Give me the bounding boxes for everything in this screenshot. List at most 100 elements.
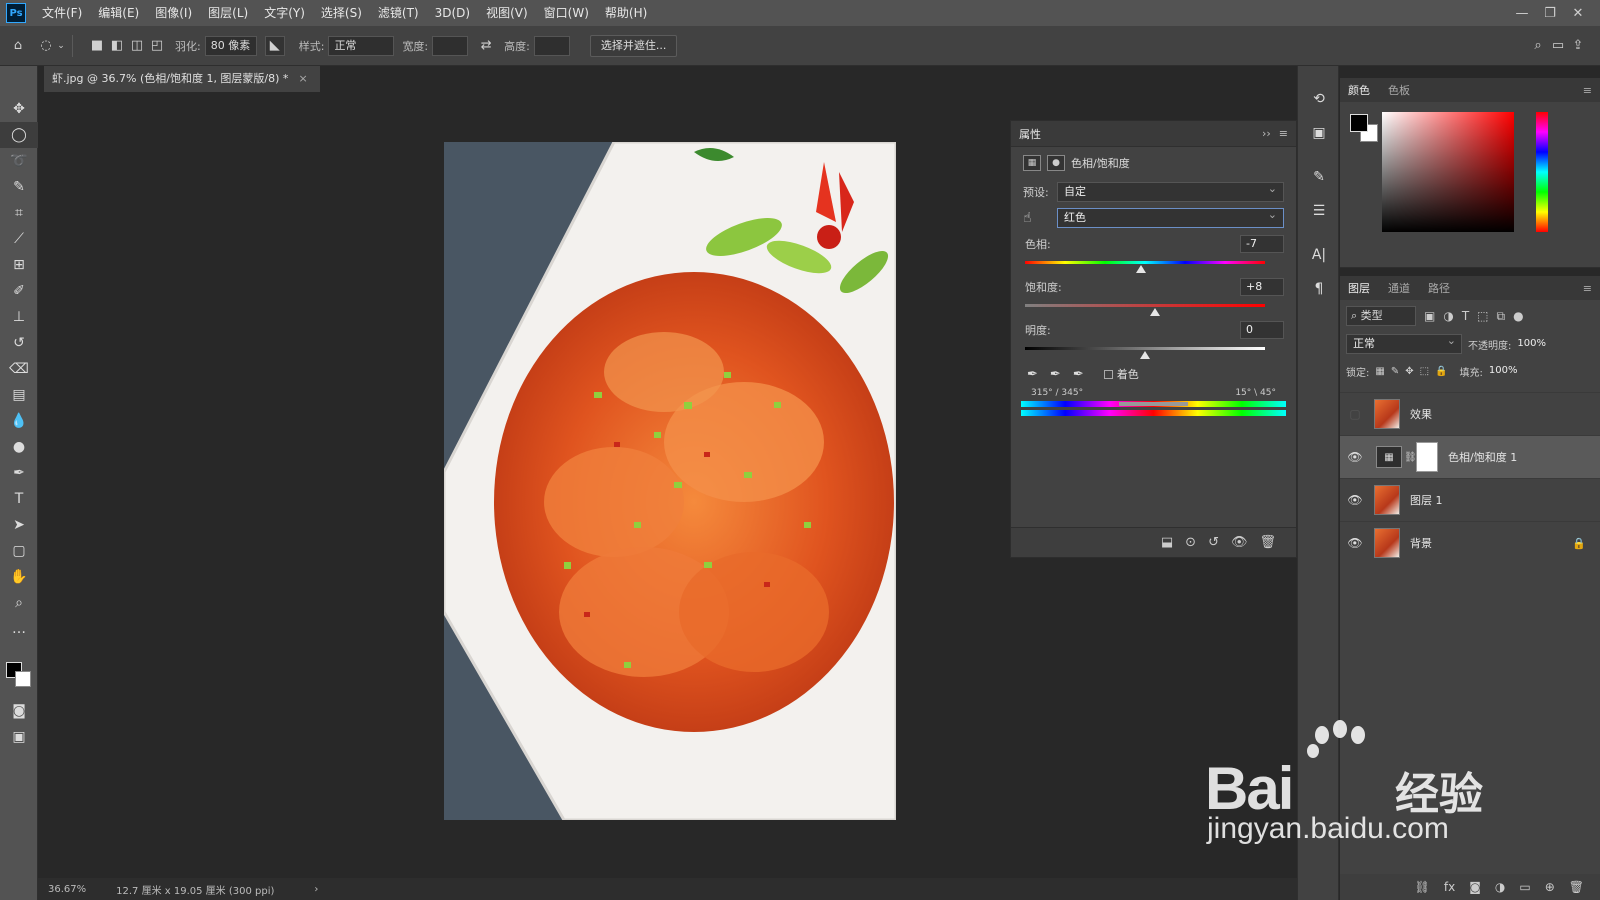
range-handle[interactable] bbox=[1119, 402, 1188, 406]
colorize-checkbox[interactable]: 着色 bbox=[1103, 366, 1139, 382]
subtract-selection-icon[interactable]: ◫ bbox=[127, 36, 147, 56]
minimize-icon[interactable]: — bbox=[1508, 6, 1536, 21]
layer-style-icon[interactable]: fx bbox=[1444, 880, 1455, 894]
add-selection-icon[interactable]: ◧ bbox=[107, 36, 127, 56]
shrimp-photo[interactable] bbox=[444, 142, 896, 820]
anti-alias-icon[interactable]: ◣ bbox=[264, 35, 285, 56]
saturation-slider-thumb[interactable] bbox=[1149, 308, 1160, 316]
filter-toggle-icon[interactable]: ● bbox=[1513, 309, 1523, 323]
filter-pixel-icon[interactable]: ▣ bbox=[1424, 309, 1435, 323]
filter-shape-icon[interactable]: ⬚ bbox=[1477, 309, 1488, 323]
layer-row-effect[interactable]: ▢ 效果 bbox=[1340, 392, 1600, 435]
elliptical-marquee-icon[interactable]: ◌ bbox=[36, 36, 56, 56]
move-tool-icon[interactable]: ✥ bbox=[0, 96, 38, 122]
hue-saturation-icon[interactable]: ▦ bbox=[1023, 155, 1041, 171]
close-icon[interactable]: ✕ bbox=[1564, 6, 1592, 21]
filter-adjustment-icon[interactable]: ◑ bbox=[1443, 309, 1453, 323]
new-group-icon[interactable]: ▭ bbox=[1519, 880, 1530, 894]
eye-icon[interactable]: 👁 bbox=[1340, 493, 1370, 507]
tab-swatches[interactable]: 色板 bbox=[1388, 82, 1410, 98]
brush-tool-icon[interactable]: ✐ bbox=[0, 278, 38, 304]
view-previous-icon[interactable]: ⊙ bbox=[1185, 535, 1196, 550]
tab-paths[interactable]: 路径 bbox=[1428, 280, 1450, 296]
menu-filter[interactable]: 滤镜(T) bbox=[370, 0, 427, 26]
saturation-input[interactable]: +8 bbox=[1240, 278, 1284, 296]
menu-view[interactable]: 视图(V) bbox=[478, 0, 536, 26]
workspace-icon[interactable]: ▭ bbox=[1548, 36, 1568, 56]
targeted-adjust-icon[interactable]: ☝ bbox=[1023, 210, 1057, 226]
clone-stamp-tool-icon[interactable]: ⊥ bbox=[0, 304, 38, 330]
layer-mask-icon[interactable]: ● bbox=[1047, 155, 1065, 171]
color-swatches[interactable] bbox=[0, 642, 37, 698]
healing-brush-tool-icon[interactable]: ⊞ bbox=[0, 252, 38, 278]
eraser-tool-icon[interactable]: ⌫ bbox=[0, 356, 38, 382]
lightness-input[interactable]: 0 bbox=[1240, 321, 1284, 339]
link-icon[interactable]: ⛓ bbox=[1404, 452, 1417, 463]
feather-input[interactable]: 80 像素 bbox=[204, 35, 257, 56]
type-tool-icon[interactable]: T bbox=[0, 486, 38, 512]
checkbox-box[interactable] bbox=[1103, 369, 1113, 379]
search-icon[interactable]: ⌕ bbox=[1528, 36, 1548, 56]
properties-panel-icon[interactable]: ▣ bbox=[1298, 118, 1340, 148]
status-arrow-icon[interactable]: › bbox=[314, 884, 318, 895]
tab-layers[interactable]: 图层 bbox=[1348, 280, 1370, 296]
visibility-icon[interactable]: 👁 bbox=[1231, 535, 1248, 550]
width-input[interactable] bbox=[432, 35, 469, 56]
character-panel-icon[interactable]: A| bbox=[1298, 240, 1340, 270]
fill-input[interactable]: 100% bbox=[1489, 362, 1519, 380]
layer-name[interactable]: 色相/饱和度 1 bbox=[1448, 449, 1517, 465]
screen-mode-icon[interactable]: ▣ bbox=[0, 724, 38, 750]
lock-transparent-icon[interactable]: ▦ bbox=[1375, 366, 1384, 377]
foreground-color[interactable] bbox=[1350, 114, 1368, 132]
layer-row-background[interactable]: 👁 背景 🔒 bbox=[1340, 521, 1600, 564]
layer-mask-thumbnail[interactable] bbox=[1416, 442, 1438, 472]
menu-file[interactable]: 文件(F) bbox=[34, 0, 90, 26]
panel-menu-icon[interactable]: ≡ bbox=[1279, 127, 1288, 140]
add-mask-icon[interactable]: ◙ bbox=[1469, 880, 1481, 894]
opacity-input[interactable]: 100% bbox=[1517, 335, 1547, 353]
visibility-off-icon[interactable]: ▢ bbox=[1340, 407, 1370, 421]
lasso-tool-icon[interactable]: ➰ bbox=[0, 148, 38, 174]
properties-tab[interactable]: 属性 bbox=[1019, 126, 1041, 142]
eyedropper-minus-icon[interactable]: ✒ bbox=[1073, 367, 1084, 382]
clip-to-layer-icon[interactable]: ⬓ bbox=[1161, 535, 1173, 550]
color-picker-field[interactable] bbox=[1382, 112, 1514, 232]
eyedropper-icon[interactable]: ✒ bbox=[1027, 367, 1038, 382]
brush-settings-icon[interactable]: ✎ bbox=[1298, 162, 1340, 192]
pen-tool-icon[interactable]: ✒ bbox=[0, 460, 38, 486]
link-layers-icon[interactable]: ⛓ bbox=[1415, 880, 1430, 894]
background-color-swatch[interactable] bbox=[15, 671, 31, 687]
filter-type-icon[interactable]: T bbox=[1462, 309, 1469, 323]
layer-row-hue-saturation[interactable]: 👁 ▦ ⛓ 色相/饱和度 1 bbox=[1340, 435, 1600, 478]
new-selection-icon[interactable]: ■ bbox=[87, 36, 107, 56]
close-tab-icon[interactable]: × bbox=[298, 72, 307, 85]
layer-name[interactable]: 效果 bbox=[1410, 406, 1432, 422]
chevron-down-icon[interactable]: ⌄ bbox=[56, 36, 66, 56]
preset-select[interactable]: 自定 bbox=[1057, 180, 1284, 202]
filter-smart-object-icon[interactable]: ⧉ bbox=[1497, 309, 1506, 324]
layer-row-layer-1[interactable]: 👁 图层 1 bbox=[1340, 478, 1600, 521]
hue-strip[interactable] bbox=[1536, 112, 1548, 232]
input-spectrum-bar[interactable] bbox=[1021, 401, 1286, 407]
hue-slider-track[interactable] bbox=[1025, 261, 1265, 273]
dodge-tool-icon[interactable]: ● bbox=[0, 434, 38, 460]
zoom-level[interactable]: 36.67% bbox=[48, 884, 86, 895]
menu-select[interactable]: 选择(S) bbox=[313, 0, 370, 26]
lock-artboard-icon[interactable]: ⬚ bbox=[1420, 366, 1429, 377]
swap-arrows-icon[interactable]: ⇄ bbox=[476, 36, 496, 56]
lightness-slider-track[interactable] bbox=[1025, 347, 1265, 359]
share-icon[interactable]: ⇪ bbox=[1568, 36, 1588, 56]
reset-icon[interactable]: ↺ bbox=[1208, 535, 1219, 550]
color-panel-swatches[interactable] bbox=[1350, 114, 1380, 144]
history-panel-icon[interactable]: ⟲ bbox=[1298, 84, 1340, 114]
layer-filter-select[interactable]: ⌕ 类型 bbox=[1346, 306, 1416, 326]
blur-tool-icon[interactable]: 💧 bbox=[0, 408, 38, 434]
elliptical-marquee-tool-icon[interactable]: ◯ bbox=[0, 122, 38, 148]
blend-mode-select[interactable]: 正常 bbox=[1346, 332, 1462, 354]
new-adjustment-icon[interactable]: ◑ bbox=[1495, 880, 1505, 894]
layers-panel-menu-icon[interactable]: ≡ bbox=[1583, 282, 1592, 295]
new-layer-icon[interactable]: ⊕ bbox=[1545, 880, 1555, 894]
tab-channels[interactable]: 通道 bbox=[1388, 280, 1410, 296]
eyedropper-plus-icon[interactable]: ✒ bbox=[1050, 367, 1061, 382]
eye-icon[interactable]: 👁 bbox=[1340, 536, 1370, 550]
